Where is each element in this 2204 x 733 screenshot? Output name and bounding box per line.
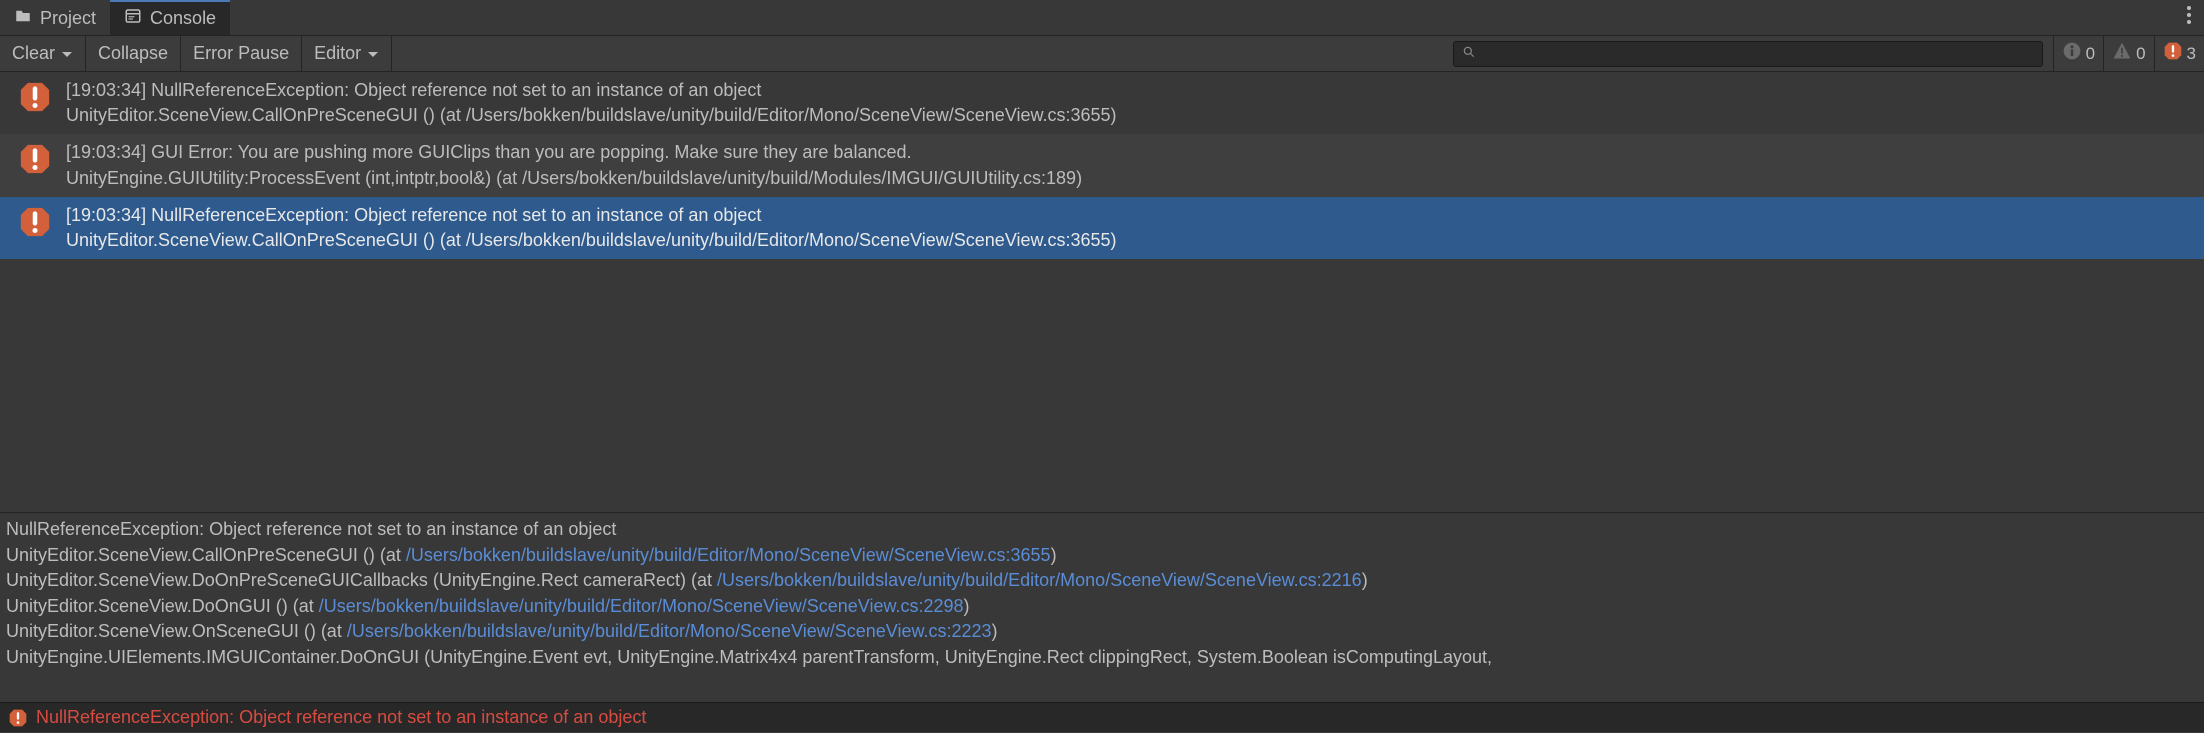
log-detail-panel[interactable]: NullReferenceException: Object reference… [0,512,2204,702]
console-toolbar: Clear Collapse Error Pause Editor 0 0 3 [0,36,2204,72]
detail-line: UnityEditor.SceneView.OnSceneGUI () (at … [6,619,2198,645]
tab-project-label: Project [40,8,96,29]
log-text: [19:03:34] NullReferenceException: Objec… [66,78,1117,128]
info-filter-toggle[interactable]: 0 [2053,36,2103,71]
log-entry[interactable]: [19:03:34] NullReferenceException: Objec… [0,197,2204,259]
collapse-button[interactable]: Collapse [86,36,181,71]
search-icon [1462,43,1476,64]
error-pause-button[interactable]: Error Pause [181,36,302,71]
error-filter-toggle[interactable]: 3 [2154,36,2204,71]
status-bar[interactable]: NullReferenceException: Object reference… [0,702,2204,732]
log-text: [19:03:34] NullReferenceException: Objec… [66,203,1117,253]
chevron-down-icon [367,43,379,64]
status-message: NullReferenceException: Object reference… [36,707,646,728]
editor-label: Editor [314,43,361,64]
tab-project[interactable]: Project [0,0,110,35]
tab-bar: Project Console [0,0,2204,36]
warning-count: 0 [2136,44,2145,64]
folder-icon [14,7,32,30]
search-box[interactable] [1453,41,2043,67]
tab-console-label: Console [150,8,216,29]
detail-line: UnityEditor.SceneView.DoOnGUI () (at /Us… [6,594,2198,620]
error-icon [18,80,52,114]
chevron-down-icon [61,43,73,64]
collapse-label: Collapse [98,43,168,64]
tab-menu-button[interactable] [2174,4,2204,31]
error-icon [18,142,52,176]
clear-label: Clear [12,43,55,64]
log-text: [19:03:34] GUI Error: You are pushing mo… [66,140,1082,190]
error-icon [2163,41,2183,66]
log-filter-badges: 0 0 3 [2053,36,2204,71]
warning-icon [2112,41,2132,66]
error-count: 3 [2187,44,2196,64]
detail-line: UnityEditor.SceneView.CallOnPreSceneGUI … [6,543,2198,569]
warning-filter-toggle[interactable]: 0 [2103,36,2153,71]
stack-path-link[interactable]: /Users/bokken/buildslave/unity/build/Edi… [319,596,964,616]
error-icon [18,205,52,239]
info-count: 0 [2086,44,2095,64]
detail-line: NullReferenceException: Object reference… [6,517,2198,543]
log-entry[interactable]: [19:03:34] GUI Error: You are pushing mo… [0,134,2204,196]
clear-button[interactable]: Clear [0,36,86,71]
stack-path-link[interactable]: /Users/bokken/buildslave/unity/build/Edi… [347,621,992,641]
log-list[interactable]: [19:03:34] NullReferenceException: Objec… [0,72,2204,512]
info-icon [2062,41,2082,66]
error-pause-label: Error Pause [193,43,289,64]
log-entry[interactable]: [19:03:34] NullReferenceException: Objec… [0,72,2204,134]
stack-path-link[interactable]: /Users/bokken/buildslave/unity/build/Edi… [717,570,1362,590]
detail-line: UnityEngine.UIElements.IMGUIContainer.Do… [6,645,2198,671]
detail-line: UnityEditor.SceneView.DoOnPreSceneGUICal… [6,568,2198,594]
console-icon [124,7,142,30]
search-input[interactable] [1482,45,2034,62]
editor-dropdown[interactable]: Editor [302,36,392,71]
tab-console[interactable]: Console [110,0,230,35]
error-icon [8,708,28,728]
stack-path-link[interactable]: /Users/bokken/buildslave/unity/build/Edi… [406,545,1051,565]
